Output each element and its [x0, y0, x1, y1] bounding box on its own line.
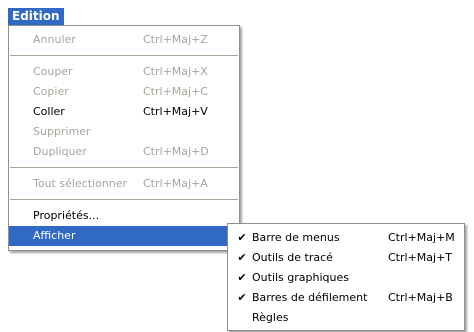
menu-item-shortcut: Ctrl+Maj+T — [388, 251, 453, 264]
menu-item-label: Barre de menus — [252, 231, 340, 244]
checkmark-icon: ✔ — [237, 291, 247, 304]
menu-item-label: Tout sélectionner — [33, 177, 128, 190]
checkmark-icon: ✔ — [237, 271, 247, 284]
afficher-submenu: ✔ Barre de menus Ctrl+Maj+M ✔ Outils de … — [227, 223, 465, 331]
menu-item-shortcut: Ctrl+Maj+D — [143, 145, 209, 158]
menu-item-label: Dupliquer — [33, 145, 87, 158]
menu-item-shortcut: Ctrl+Maj+B — [388, 291, 453, 304]
menu-item-copier[interactable]: Copier Ctrl+Maj+C — [9, 82, 239, 102]
submenu-item-regles[interactable]: Règles — [228, 308, 464, 328]
menu-item-supprimer[interactable]: Supprimer — [9, 122, 239, 142]
menu-item-proprietes[interactable]: Propriétés... — [9, 206, 239, 226]
submenu-item-barre-menus[interactable]: ✔ Barre de menus Ctrl+Maj+M — [228, 228, 464, 248]
menu-item-label: Annuler — [33, 33, 76, 46]
menu-item-label: Règles — [252, 311, 289, 324]
menu-item-tout-selectionner[interactable]: Tout sélectionner Ctrl+Maj+A — [9, 174, 239, 194]
submenu-item-outils-graphiques[interactable]: ✔ Outils graphiques — [228, 268, 464, 288]
menu-item-shortcut: Ctrl+Maj+A — [143, 177, 208, 190]
menu-item-shortcut: Ctrl+Maj+Z — [143, 33, 208, 46]
menu-item-coller[interactable]: Coller Ctrl+Maj+V — [9, 102, 239, 122]
menu-item-afficher[interactable]: Afficher — [9, 226, 239, 246]
submenu-item-outils-trace[interactable]: ✔ Outils de tracé Ctrl+Maj+T — [228, 248, 464, 268]
menu-separator — [10, 167, 238, 168]
menu-item-label: Barres de défilement — [252, 291, 368, 304]
menu-item-label: Couper — [33, 65, 73, 78]
menu-item-couper[interactable]: Couper Ctrl+Maj+X — [9, 62, 239, 82]
menu-item-dupliquer[interactable]: Dupliquer Ctrl+Maj+D — [9, 142, 239, 162]
checkmark-icon: ✔ — [237, 231, 247, 244]
menu-title-edition[interactable]: Edition — [8, 8, 64, 25]
submenu-item-barres-defilement[interactable]: ✔ Barres de défilement Ctrl+Maj+B — [228, 288, 464, 308]
menu-separator — [10, 55, 238, 56]
menu-item-shortcut: Ctrl+Maj+X — [143, 65, 208, 78]
menu-separator — [10, 199, 238, 200]
menu-item-label: Outils de tracé — [252, 251, 333, 264]
menu-item-label: Propriétés... — [33, 209, 100, 222]
menu-item-label: Outils graphiques — [252, 271, 349, 284]
menu-item-label: Coller — [33, 105, 65, 118]
edition-menu: Annuler Ctrl+Maj+Z Couper Ctrl+Maj+X Cop… — [8, 25, 240, 251]
menu-item-shortcut: Ctrl+Maj+V — [143, 105, 208, 118]
menu-item-shortcut: Ctrl+Maj+C — [143, 85, 208, 98]
menu-item-shortcut: Ctrl+Maj+M — [388, 231, 455, 244]
menu-item-label: Supprimer — [33, 125, 91, 138]
checkmark-icon: ✔ — [237, 251, 247, 264]
menu-item-label: Copier — [33, 85, 69, 98]
menu-item-annuler[interactable]: Annuler Ctrl+Maj+Z — [9, 30, 239, 50]
menu-item-label: Afficher — [33, 229, 76, 242]
